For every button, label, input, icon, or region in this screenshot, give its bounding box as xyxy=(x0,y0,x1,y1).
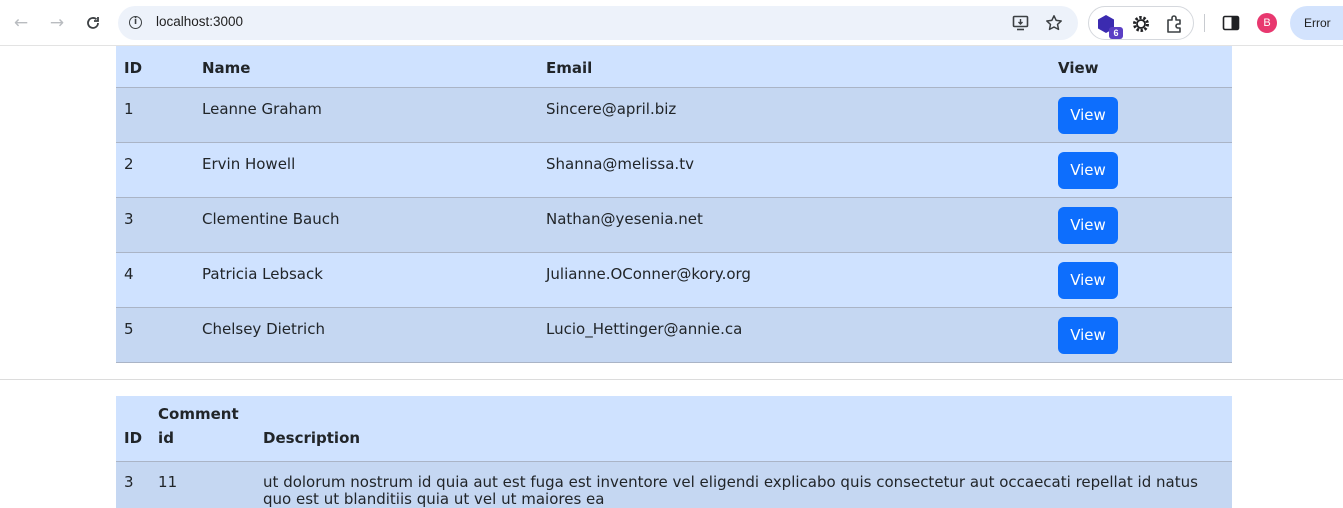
profile-avatar[interactable]: B xyxy=(1257,13,1277,33)
view-button[interactable]: View xyxy=(1058,261,1118,299)
extension-badge: 6 xyxy=(1109,27,1123,39)
view-button[interactable]: View xyxy=(1058,96,1118,134)
column-header-comment-id: Comment id xyxy=(150,396,256,461)
table-row: 1 Leanne Graham Sincere@april.biz View xyxy=(116,87,1232,142)
table-row: 4 Patricia Lebsack Julianne.OConner@kory… xyxy=(116,252,1232,307)
table-row: 5 Chelsey Dietrich Lucio_Hettinger@annie… xyxy=(116,307,1232,362)
user-name: Ervin Howell xyxy=(194,142,538,197)
view-button[interactable]: View xyxy=(1058,151,1118,189)
back-icon[interactable]: ← xyxy=(9,11,33,35)
column-header-view: View xyxy=(1050,46,1232,87)
users-table-header: ID Name Email View xyxy=(116,46,1232,87)
url-text[interactable]: localhost:3000 xyxy=(156,14,243,29)
extension-gear-icon[interactable] xyxy=(1131,14,1151,34)
forward-icon[interactable]: → xyxy=(45,11,69,35)
table-row: 2 Ervin Howell Shanna@melissa.tv View xyxy=(116,142,1232,197)
user-name: Patricia Lebsack xyxy=(194,252,538,307)
user-email: Sincere@april.biz xyxy=(538,87,1050,142)
comment-id: 11 xyxy=(150,461,256,508)
extensions-group: 6 xyxy=(1088,6,1194,40)
comment-description: ut dolorum nostrum id quia aut est fuga … xyxy=(255,461,1232,508)
user-email: Nathan@yesenia.net xyxy=(538,197,1050,252)
comments-table-header: ID Comment id Description xyxy=(116,396,1232,461)
toolbar-separator xyxy=(1204,14,1205,32)
error-button[interactable]: Error xyxy=(1290,6,1343,40)
column-header-id: ID xyxy=(116,396,151,461)
comment-row-id: 3 xyxy=(116,461,151,508)
table-row: 3 11 ut dolorum nostrum id quia aut est … xyxy=(116,461,1232,508)
users-table: ID Name Email View 1 Leanne Graham Since… xyxy=(116,46,1232,363)
reload-icon[interactable] xyxy=(81,11,105,35)
section-divider xyxy=(0,379,1343,380)
user-email: Lucio_Hettinger@annie.ca xyxy=(538,307,1050,362)
user-id: 4 xyxy=(116,252,194,307)
bookmark-star-icon[interactable] xyxy=(1045,14,1063,32)
user-name: Chelsey Dietrich xyxy=(194,307,538,362)
user-id: 1 xyxy=(116,87,194,142)
address-bar[interactable]: i localhost:3000 xyxy=(118,6,1078,40)
user-id: 2 xyxy=(116,142,194,197)
column-header-email: Email xyxy=(538,46,1050,87)
user-name: Clementine Bauch xyxy=(194,197,538,252)
site-info-icon[interactable]: i xyxy=(129,16,142,29)
table-row: 3 Clementine Bauch Nathan@yesenia.net Vi… xyxy=(116,197,1232,252)
comments-table: ID Comment id Description 3 11 ut doloru… xyxy=(116,396,1232,508)
user-email: Shanna@melissa.tv xyxy=(538,142,1050,197)
extension-hex-icon[interactable]: 6 xyxy=(1096,14,1123,39)
side-panel-icon[interactable] xyxy=(1222,14,1240,36)
install-app-icon[interactable] xyxy=(1012,14,1030,32)
extensions-puzzle-icon[interactable] xyxy=(1165,14,1185,34)
view-button[interactable]: View xyxy=(1058,316,1118,354)
column-header-name: Name xyxy=(194,46,538,87)
view-button[interactable]: View xyxy=(1058,206,1118,244)
browser-toolbar: ← → i localhost:3000 6 B Error xyxy=(0,0,1343,46)
user-id: 3 xyxy=(116,197,194,252)
user-id: 5 xyxy=(116,307,194,362)
user-email: Julianne.OConner@kory.org xyxy=(538,252,1050,307)
user-name: Leanne Graham xyxy=(194,87,538,142)
column-header-description: Description xyxy=(255,396,1232,461)
column-header-id: ID xyxy=(116,46,194,87)
